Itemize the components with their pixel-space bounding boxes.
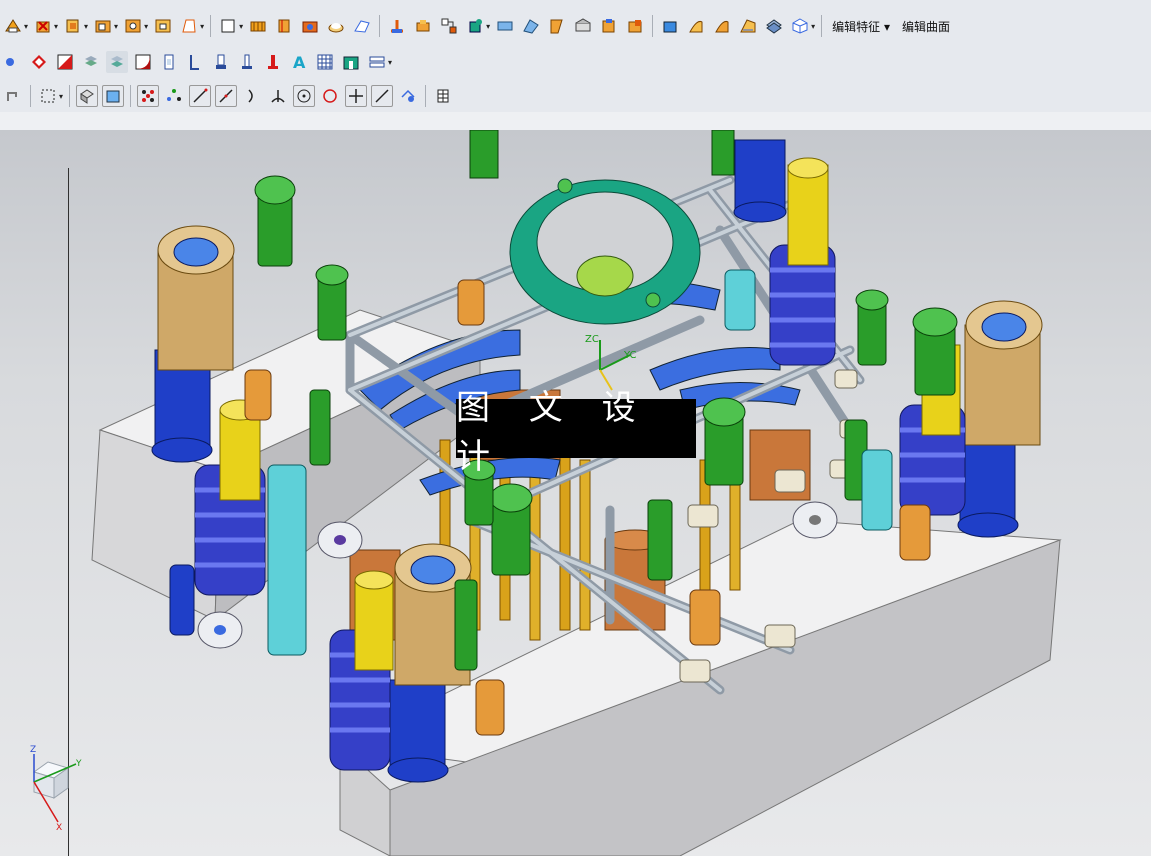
chamfer-icon[interactable] xyxy=(598,15,620,37)
wireframe-icon[interactable] xyxy=(102,85,125,107)
snap-point-icon[interactable] xyxy=(163,85,185,107)
chevron-down-icon[interactable]: ▾ xyxy=(144,22,148,31)
shaded-icon[interactable] xyxy=(76,85,99,107)
yc-axis-label: YC xyxy=(623,350,637,361)
watermark-banner: 图 文 设 计 xyxy=(456,388,696,477)
chevron-down-icon[interactable]: ▾ xyxy=(811,22,815,31)
locating-ring[interactable] xyxy=(509,178,701,325)
offset-face-icon[interactable] xyxy=(464,15,486,37)
arc-icon[interactable] xyxy=(215,85,238,107)
chevron-down-icon[interactable]: ▾ xyxy=(239,22,243,31)
toolbar-separator xyxy=(30,85,31,107)
toolbar-separator xyxy=(210,15,212,37)
replace-face-icon[interactable] xyxy=(711,15,733,37)
zc-axis-label: ZC xyxy=(585,334,599,345)
sphere-icon[interactable] xyxy=(386,15,408,37)
fillet-icon[interactable] xyxy=(267,85,289,107)
trim-body-icon[interactable] xyxy=(412,15,434,37)
boss-icon[interactable] xyxy=(122,15,144,37)
shell-icon[interactable] xyxy=(520,15,542,37)
view-triad: Z Y X xyxy=(30,745,82,830)
toolbar-separator xyxy=(379,15,381,37)
face-color-icon[interactable] xyxy=(54,51,76,73)
chevron-down-icon[interactable]: ▾ xyxy=(24,22,28,31)
triad-x-label: X xyxy=(56,823,62,830)
snap-icon[interactable] xyxy=(28,51,50,73)
mesh-icon[interactable] xyxy=(340,51,362,73)
mold-model[interactable]: YC ZC xyxy=(0,130,1151,856)
toolbar-separator xyxy=(425,85,427,107)
ejector-icon[interactable] xyxy=(184,51,206,73)
move-face-icon[interactable] xyxy=(659,15,681,37)
edit-surface-menu[interactable]: 编辑曲面 xyxy=(896,15,956,37)
edit-feature-menu[interactable]: 编辑特征 ▾ xyxy=(826,15,896,37)
sew-icon[interactable] xyxy=(247,15,269,37)
mirror-icon[interactable] xyxy=(737,15,759,37)
chevron-down-icon[interactable]: ▾ xyxy=(59,92,63,101)
chevron-down-icon[interactable]: ▾ xyxy=(486,22,490,31)
revolve-icon[interactable] xyxy=(62,15,84,37)
toolbar-area: ▾ ▾ ▾ ▾ ▾ ▾ ▾ ▾ ▾ 编辑特征 ▾ 编辑曲面 A ▾ ▾ xyxy=(0,0,1151,113)
cross-icon[interactable] xyxy=(345,85,368,107)
chevron-down-icon[interactable]: ▾ xyxy=(388,58,392,67)
angle-icon[interactable] xyxy=(371,85,394,107)
line-icon[interactable] xyxy=(189,85,212,107)
box-icon[interactable] xyxy=(624,15,646,37)
gate-icon[interactable] xyxy=(236,51,258,73)
electrode-icon[interactable] xyxy=(314,51,336,73)
graphics-window-header xyxy=(0,112,1151,131)
select-box-icon[interactable] xyxy=(37,85,59,107)
triad-y-label: Y xyxy=(75,759,82,769)
cooling-icon[interactable]: A xyxy=(288,51,310,73)
curve-icon[interactable] xyxy=(241,85,263,107)
runner-icon[interactable] xyxy=(262,51,284,73)
toolbar-separator xyxy=(821,15,823,37)
rectangle-icon[interactable] xyxy=(217,15,239,37)
section-icon[interactable] xyxy=(132,51,154,73)
pattern-icon[interactable] xyxy=(763,15,785,37)
draft-icon[interactable] xyxy=(546,15,568,37)
guide-pillar-right[interactable] xyxy=(957,300,1043,538)
toolbar-separator xyxy=(652,15,654,37)
guide-pillar-back[interactable] xyxy=(733,139,787,223)
toolbar-row-2: A ▾ xyxy=(0,46,394,78)
sketch-icon[interactable] xyxy=(2,15,24,37)
delete-face-icon[interactable] xyxy=(685,15,707,37)
lifter-icon[interactable] xyxy=(210,51,232,73)
grid-icon[interactable] xyxy=(432,85,454,107)
graphics-viewport[interactable]: YC ZC xyxy=(0,130,1151,856)
view-cube-icon[interactable] xyxy=(789,15,811,37)
cone-icon[interactable] xyxy=(351,15,373,37)
thicken-icon[interactable] xyxy=(494,15,516,37)
layer-settings-icon[interactable] xyxy=(106,51,128,73)
chevron-down-icon[interactable]: ▾ xyxy=(54,22,58,31)
layer-icon[interactable] xyxy=(80,51,102,73)
pad-icon[interactable] xyxy=(178,15,200,37)
chevron-down-icon[interactable]: ▾ xyxy=(200,22,204,31)
measure-icon[interactable] xyxy=(397,85,419,107)
parting-icon[interactable] xyxy=(366,51,388,73)
hole-icon[interactable] xyxy=(92,15,114,37)
toolbar-separator xyxy=(130,85,132,107)
toolbar-row-1: ▾ ▾ ▾ ▾ ▾ ▾ ▾ ▾ ▾ 编辑特征 ▾ 编辑曲面 xyxy=(0,10,1151,42)
toolbar-separator xyxy=(69,85,71,107)
pocket-icon[interactable] xyxy=(152,15,174,37)
block-icon[interactable] xyxy=(299,15,321,37)
slot-icon[interactable] xyxy=(158,51,180,73)
split-body-icon[interactable] xyxy=(438,15,460,37)
undo-icon[interactable] xyxy=(2,85,24,107)
blend-icon[interactable] xyxy=(572,15,594,37)
chevron-down-icon[interactable]: ▾ xyxy=(114,22,118,31)
select-filter-icon[interactable] xyxy=(2,51,24,73)
toolbar-row-3: ▾ xyxy=(0,80,456,112)
unite-icon[interactable] xyxy=(273,15,295,37)
chevron-down-icon[interactable]: ▾ xyxy=(84,22,88,31)
triad-z-label: Z xyxy=(30,745,36,755)
cylinder-icon[interactable] xyxy=(325,15,347,37)
circle-icon[interactable] xyxy=(293,85,316,107)
point-on-icon[interactable] xyxy=(319,85,341,107)
svg-text:A: A xyxy=(293,53,306,71)
points-icon[interactable] xyxy=(137,85,160,107)
extrude-icon[interactable] xyxy=(32,15,54,37)
